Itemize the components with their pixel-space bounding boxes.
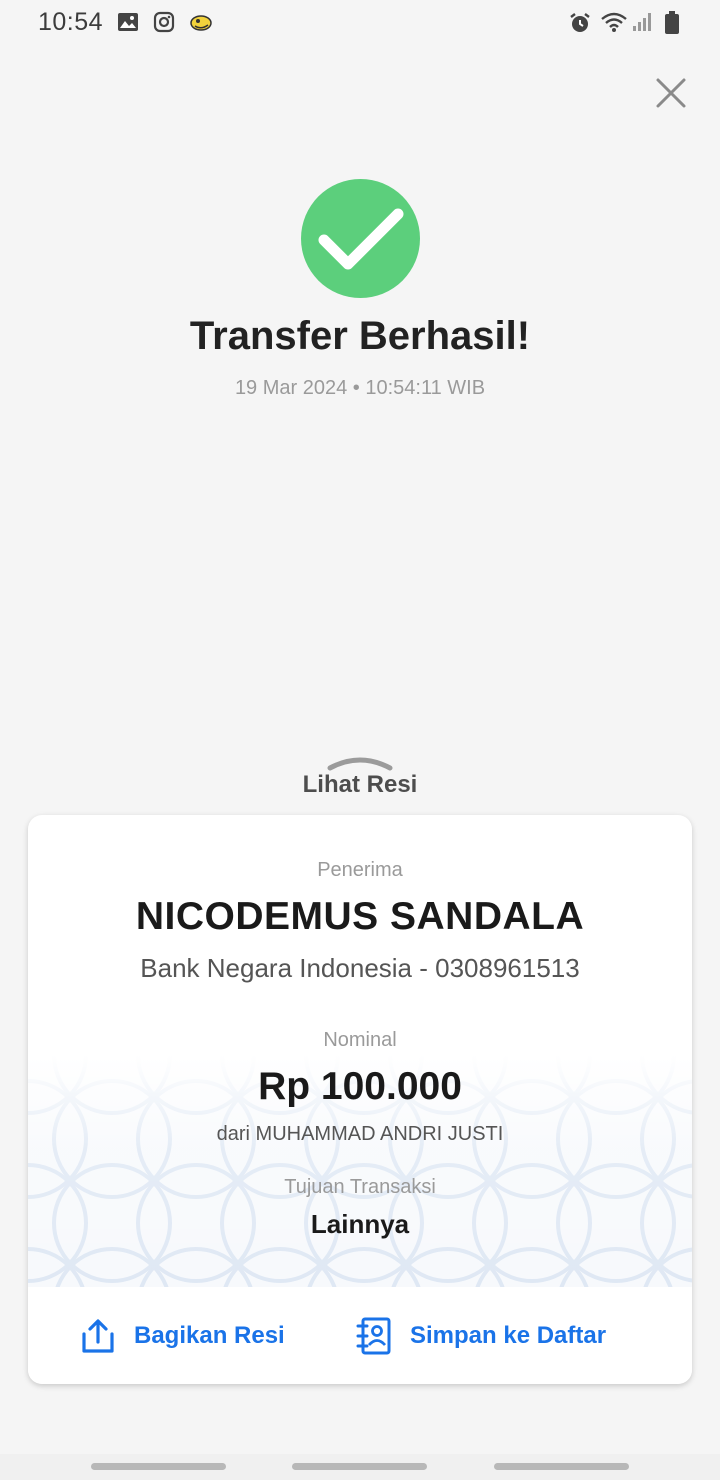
add-contact-icon [356, 1317, 391, 1354]
view-receipt-toggle[interactable]: Lihat Resi [0, 771, 720, 799]
amount-value: Rp 100.000 [258, 1065, 462, 1108]
amount-label: Nominal [323, 1029, 397, 1051]
instagram-icon [153, 11, 175, 33]
save-to-list-label: Simpan ke Daftar [410, 1321, 607, 1349]
sender-name: dari MUHAMMAD ANDRI JUSTI [216, 1123, 504, 1145]
purpose-value: Lainnya [310, 1209, 410, 1239]
status-bar: 10:54 [0, 0, 720, 44]
alarm-icon [568, 11, 590, 33]
share-receipt-label: Bagikan Resi [134, 1321, 285, 1349]
wifi-icon [600, 11, 627, 33]
purpose-label: Tujuan Transaksi [284, 1176, 436, 1198]
close-button[interactable] [650, 72, 692, 114]
signal-icon [632, 11, 654, 33]
transaction-datetime: 19 Mar 2024 • 10:54:11 WIB [234, 377, 486, 399]
nav-home-handle[interactable] [292, 1463, 427, 1470]
app-icon [189, 11, 212, 33]
status-right [568, 11, 686, 34]
recipient-label: Penerima [317, 859, 403, 881]
recipient-name: NICODEMUS SANDALA [135, 895, 585, 938]
checkmark-icon [318, 208, 403, 269]
close-icon[interactable] [655, 77, 687, 109]
receipt-actions: Bagikan Resi Simpan ke Daftar [28, 1287, 692, 1384]
share-icon [82, 1318, 114, 1353]
status-time: 10:54 [38, 7, 104, 36]
page-title: Transfer Berhasil! [189, 314, 531, 358]
share-receipt-button[interactable]: Bagikan Resi [80, 1318, 285, 1354]
recipient-bank: Bank Negara Indonesia - 0308961513 [140, 953, 580, 983]
status-left: 10:54 [38, 7, 212, 37]
nav-back-handle[interactable] [494, 1463, 629, 1470]
success-badge [301, 179, 420, 298]
gallery-icon [117, 11, 139, 33]
receipt-card: Penerima NICODEMUS SANDALA Bank Negara I… [28, 815, 692, 1384]
battery-icon [664, 11, 686, 34]
save-to-list-button[interactable]: Simpan ke Daftar [356, 1317, 606, 1355]
chevron-up-icon[interactable] [326, 752, 394, 772]
nav-recents-handle[interactable] [91, 1463, 226, 1470]
